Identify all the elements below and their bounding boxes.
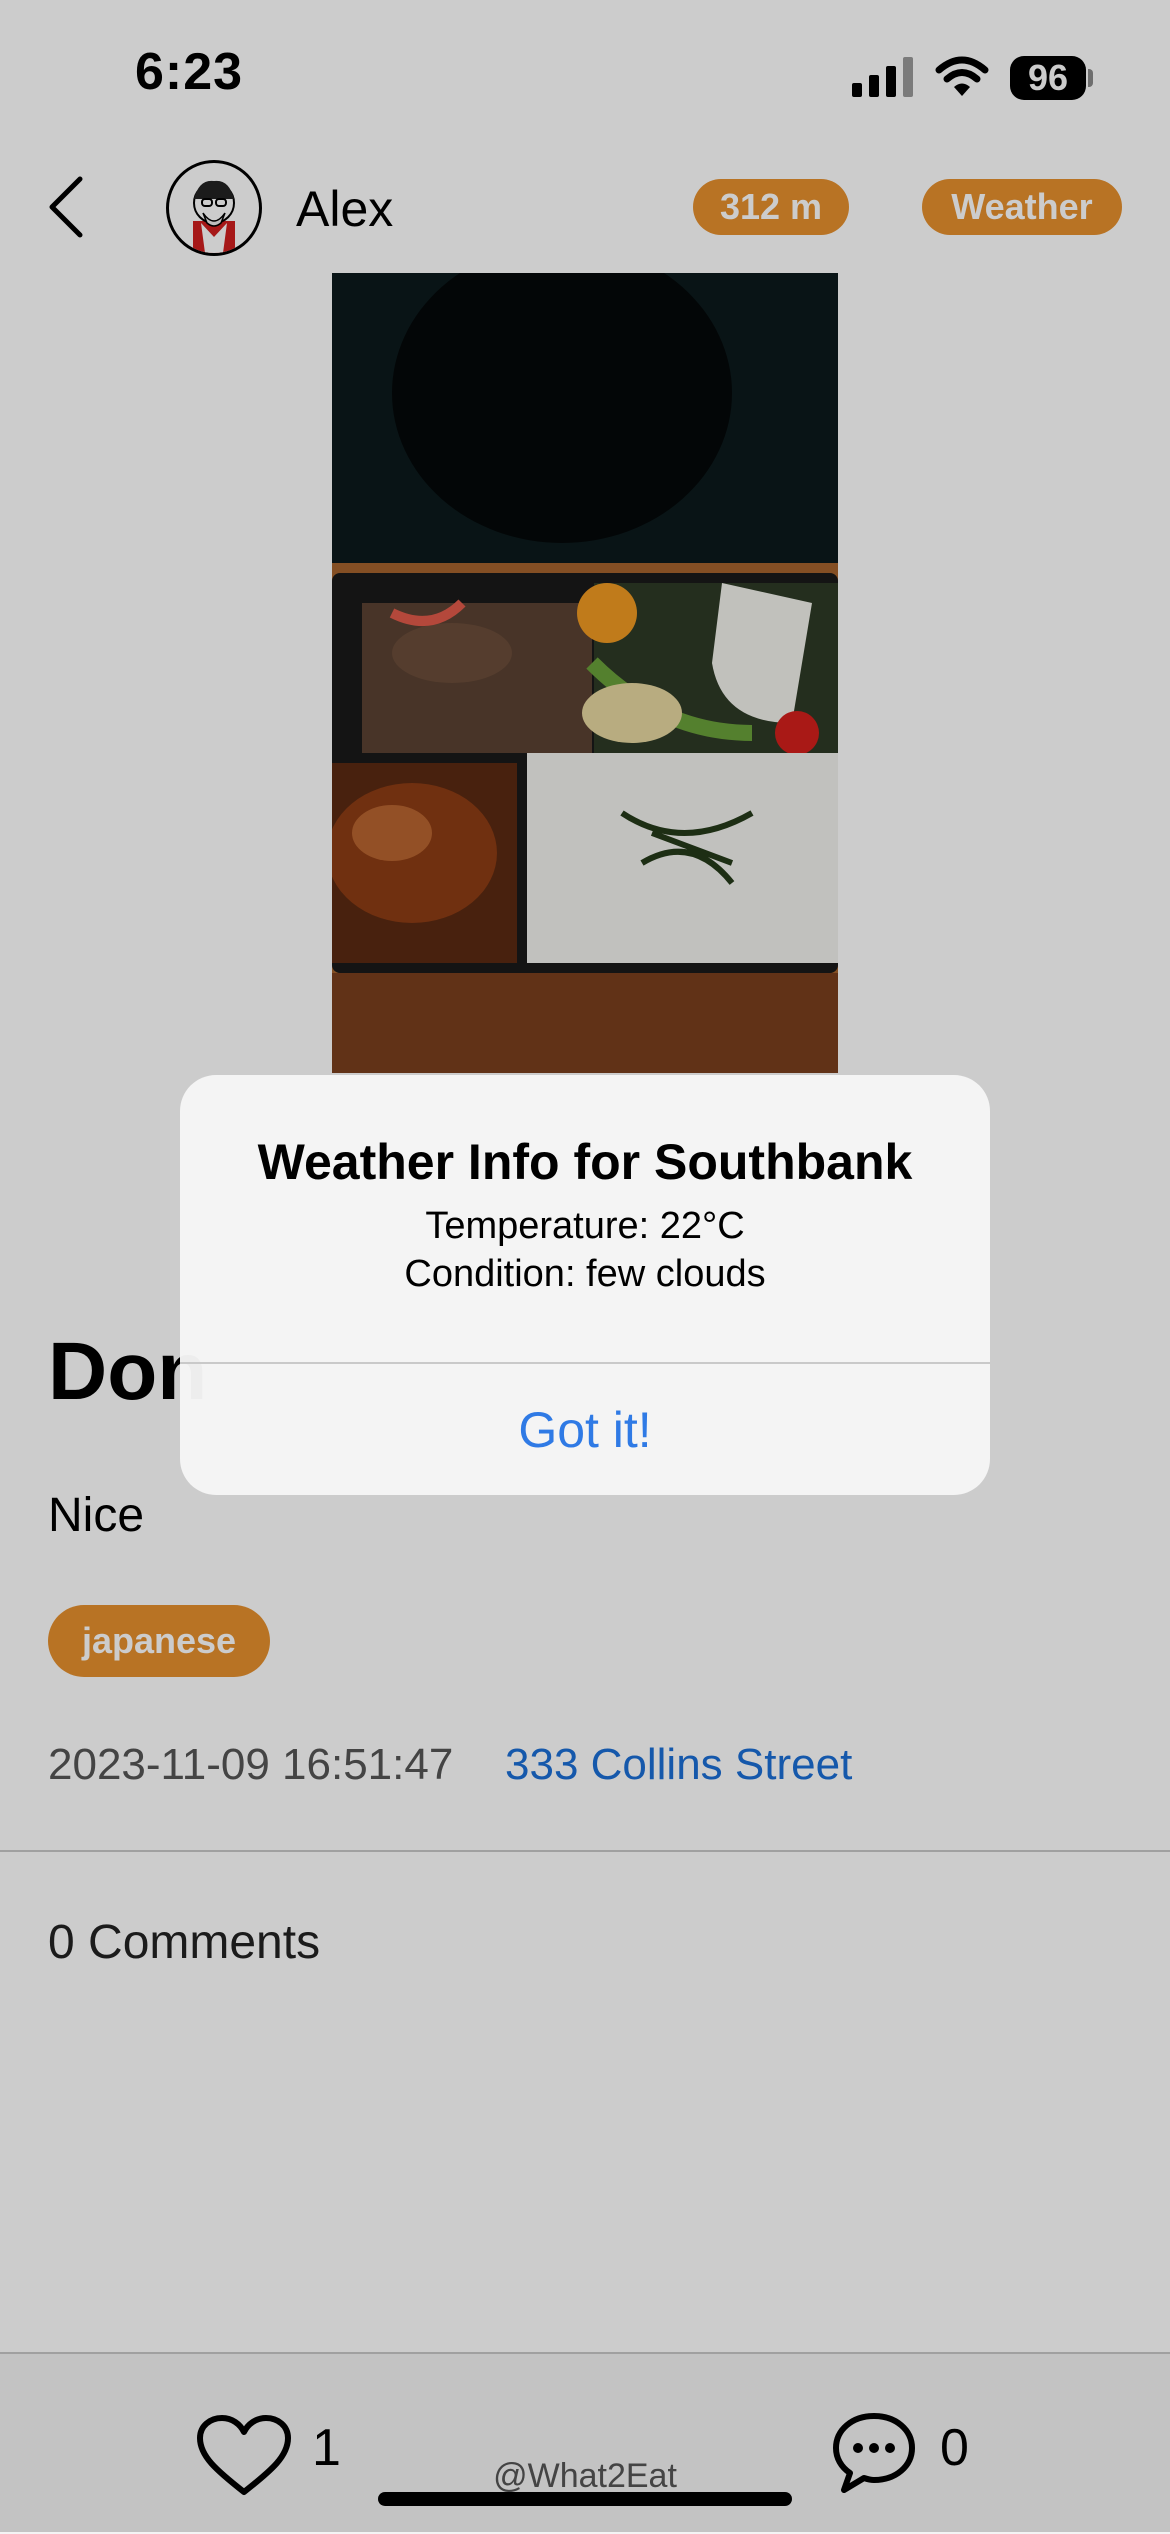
got-it-button[interactable]: Got it! — [180, 1365, 990, 1495]
weather-alert: Weather Info for Southbank Temperature: … — [180, 1075, 990, 1495]
alert-temperature: Temperature: 22°C — [425, 1205, 745, 1247]
alert-divider — [180, 1362, 990, 1364]
alert-title: Weather Info for Southbank — [257, 1134, 913, 1190]
alert-condition: Condition: few clouds — [404, 1253, 766, 1295]
home-indicator[interactable] — [378, 2492, 792, 2506]
